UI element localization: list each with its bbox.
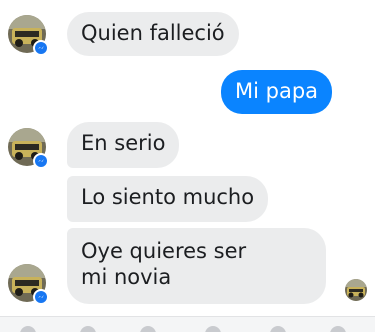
toolbar-icon[interactable] [20, 326, 36, 332]
toolbar-icon[interactable] [205, 326, 221, 332]
message-text: Mi papa [235, 79, 319, 103]
contact-avatar[interactable] [8, 128, 49, 169]
message-bubble-incoming[interactable]: Quien falleció [67, 12, 239, 56]
toolbar-icon[interactable] [330, 326, 346, 332]
messenger-badge-icon [33, 40, 49, 56]
messenger-badge-icon [33, 153, 49, 169]
message-text: Quien falleció [81, 21, 225, 45]
toolbar-icon[interactable] [270, 326, 286, 332]
toolbar-icon[interactable] [80, 326, 96, 332]
toolbar-icon[interactable] [140, 326, 156, 332]
contact-avatar[interactable] [8, 264, 49, 305]
composer-toolbar [0, 316, 375, 332]
message-bubble-outgoing[interactable]: Mi papa [221, 70, 333, 114]
message-bubble-incoming[interactable]: Oye quieres ser mi novia [67, 228, 326, 304]
message-text: En serio [81, 131, 166, 155]
message-bubble-incoming[interactable]: En serio [67, 122, 180, 168]
contact-avatar[interactable] [8, 15, 49, 56]
chat-thread: Quien falleció Mi papa En serio Lo sient… [0, 0, 375, 332]
message-bubble-incoming[interactable]: Lo siento mucho [67, 176, 269, 222]
messenger-badge-icon [33, 289, 49, 305]
message-text-line: mi novia [81, 265, 172, 289]
message-text: Lo siento mucho [81, 185, 255, 209]
seen-avatar-icon [345, 279, 367, 301]
message-text-line: Oye quieres ser [81, 239, 247, 263]
